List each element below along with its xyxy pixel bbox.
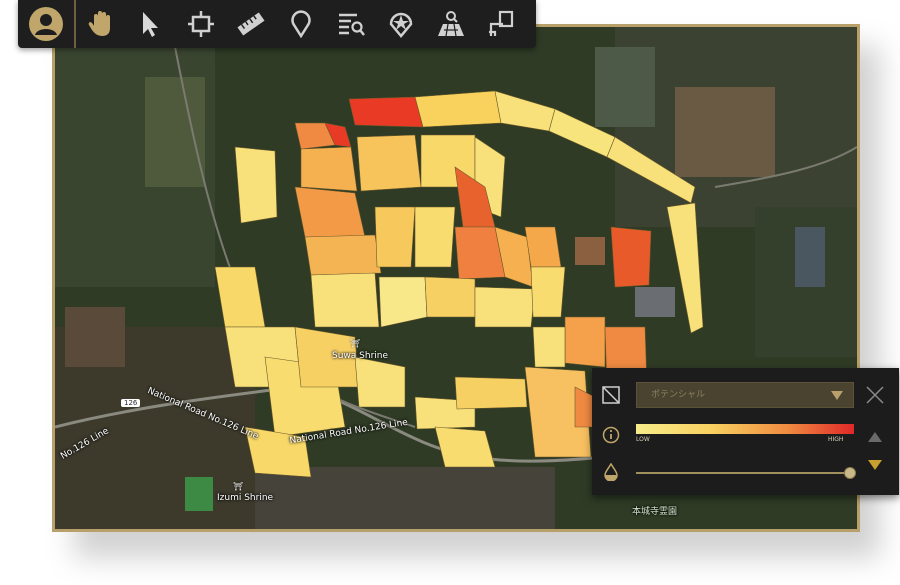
move-layer-down-icon[interactable] — [868, 460, 882, 470]
shrine-icon-izumi: ⛩ — [233, 482, 244, 491]
opacity-slider-track[interactable] — [636, 472, 850, 474]
opacity-slider-thumb[interactable] — [844, 467, 856, 479]
list-search-icon — [339, 13, 365, 36]
info-icon[interactable] — [602, 426, 620, 444]
measure-tool-button[interactable] — [226, 0, 276, 48]
pointer-select-icon — [143, 12, 158, 37]
legend-high-label: HIGH — [828, 436, 844, 443]
favorite-pin-button[interactable] — [376, 0, 426, 48]
select-tool-button[interactable] — [126, 0, 176, 48]
export-icon — [489, 10, 514, 36]
field-search-button[interactable] — [426, 0, 476, 48]
area-select-button[interactable] — [176, 0, 226, 48]
layer-visibility-icon[interactable] — [602, 386, 620, 404]
map-pin-icon — [291, 10, 311, 38]
izumi-shrine-label: Izumi Shrine — [217, 493, 274, 503]
move-layer-up-icon[interactable] — [868, 432, 882, 442]
field-search-icon — [438, 11, 464, 37]
user-menu-button[interactable] — [18, 0, 76, 48]
cemetery-label: 本城寺霊園 — [632, 507, 678, 517]
pin-tool-button[interactable] — [276, 0, 326, 48]
layer-select-value: ポテンシャル — [651, 390, 706, 400]
pan-tool-button[interactable] — [76, 0, 126, 48]
crosshair-frame-icon — [188, 11, 214, 37]
chevron-down-icon — [831, 391, 843, 400]
star-pin-icon — [389, 12, 413, 38]
user-avatar-icon — [29, 7, 63, 41]
layer-select-dropdown[interactable]: ポテンシャル — [636, 382, 854, 408]
hand-pan-icon — [88, 11, 110, 36]
close-icon[interactable] — [864, 384, 886, 406]
shrine-icon: ⛩ — [350, 339, 361, 348]
ruler-icon — [237, 12, 265, 36]
route-shield: 126 — [121, 399, 141, 407]
opacity-drop-icon — [604, 463, 618, 481]
export-button[interactable] — [476, 0, 526, 48]
list-search-button[interactable] — [326, 0, 376, 48]
main-toolbar — [18, 0, 536, 48]
legend-low-label: LOW — [636, 436, 650, 443]
potential-legend-bar — [636, 424, 854, 434]
suwa-shrine-label: Suwa Shrine — [332, 351, 389, 361]
